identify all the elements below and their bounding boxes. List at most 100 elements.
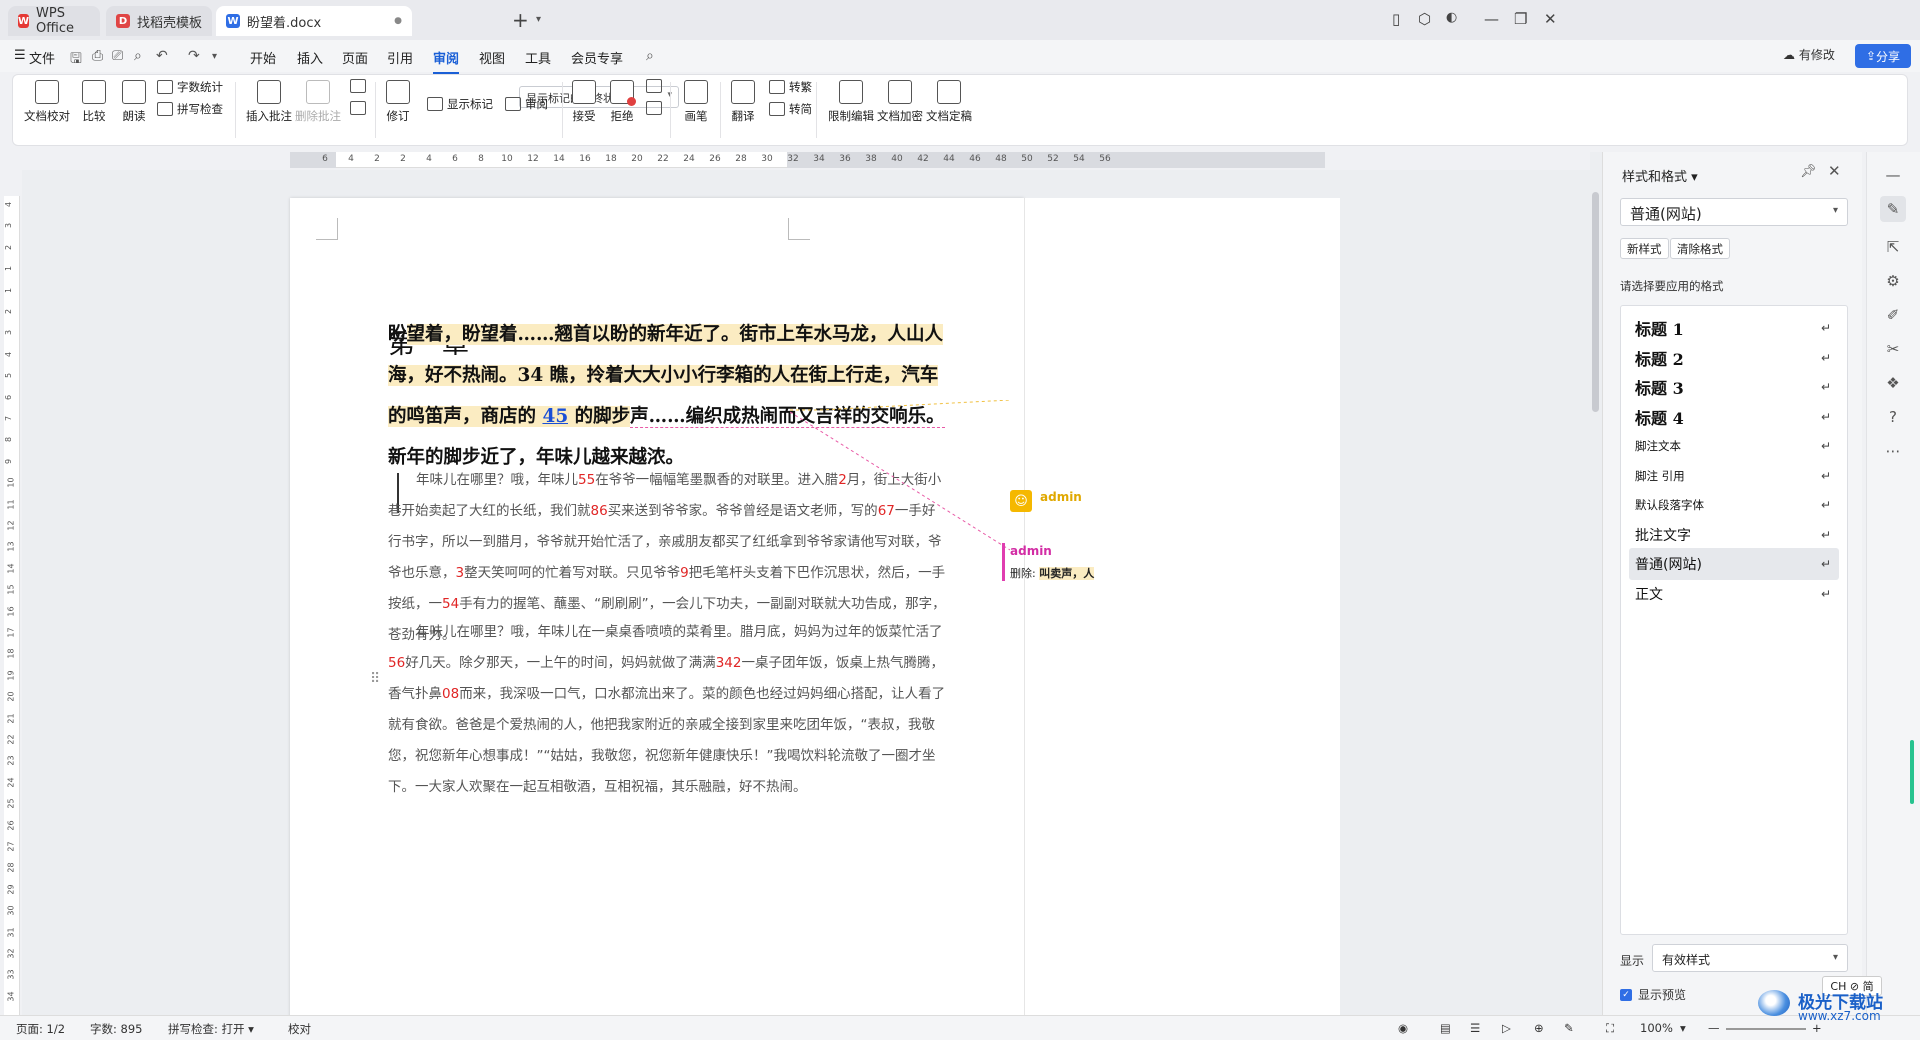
menu-file[interactable]: 文件 [29, 48, 55, 67]
menu-page[interactable]: 页面 [342, 48, 368, 67]
more-icon[interactable]: ⋯ [1880, 438, 1906, 464]
style-item[interactable]: 脚注 引用 ↵ [1629, 460, 1839, 492]
tab-wps-office[interactable]: W WPS Office [8, 6, 100, 36]
track-changes-button[interactable]: 修订 [386, 80, 410, 124]
chevron-down-icon[interactable]: ▾ [536, 14, 541, 25]
tab-docer[interactable]: D 找稻壳模板 [106, 6, 212, 36]
menu-member[interactable]: 会员专享 [571, 48, 623, 67]
adjust-sliders-icon[interactable]: ⚙ [1880, 268, 1906, 294]
eye-icon[interactable]: ◉ [1398, 1021, 1408, 1035]
encrypt-button[interactable]: 文档加密 [877, 80, 923, 124]
restore-icon[interactable]: ❐ [1514, 10, 1527, 28]
chevron-down-icon[interactable]: ▾ [1680, 1021, 1686, 1035]
hamburger-icon[interactable]: ☰ [14, 48, 26, 63]
close-window-icon[interactable]: ✕ [1544, 10, 1557, 28]
pen-status-icon[interactable]: ✎ [1564, 1021, 1574, 1035]
word-count-button[interactable]: 字数统计 [157, 79, 223, 95]
comment-author[interactable]: admin [1040, 490, 1082, 504]
compare-button[interactable]: 比较 [82, 80, 106, 124]
fit-page-icon[interactable]: ⛶ [1606, 1021, 1614, 1036]
modified-button[interactable]: ☁ 有修改 [1783, 46, 1835, 63]
to-simplified-button[interactable]: 转简 [769, 101, 812, 117]
print-preview-icon[interactable]: ⌕ [134, 48, 142, 64]
menu-review[interactable]: 审阅 [433, 48, 460, 74]
reject-button[interactable]: 拒绝 [610, 80, 636, 124]
zoom-level[interactable]: 100% [1640, 1021, 1673, 1035]
style-item[interactable]: 默认段落字体 ↵ [1629, 489, 1839, 521]
style-item[interactable]: 标题 1 ↵ [1629, 312, 1839, 344]
save-icon[interactable]: 🖫 [70, 48, 82, 72]
revision-text[interactable]: 删除: 叫卖声，人 [1010, 565, 1095, 581]
outline-view-icon[interactable]: ☰ [1470, 1021, 1480, 1035]
share-button[interactable]: ⇪ 分享 [1855, 44, 1911, 68]
restrict-edit-button[interactable]: 限制编辑 [828, 80, 874, 124]
new-style-button[interactable]: 新样式 [1620, 238, 1669, 259]
drag-handle-icon[interactable]: ⠿ [370, 671, 380, 687]
zoom-slider[interactable] [1726, 1028, 1806, 1030]
word-count[interactable]: 字数: 895 [90, 1021, 142, 1037]
style-item[interactable]: 正文 ↵ [1629, 578, 1839, 610]
tools-icon[interactable]: ✂ [1880, 336, 1906, 362]
menu-tools[interactable]: 工具 [525, 48, 551, 67]
edit-doc-icon[interactable]: ✐ [1880, 302, 1906, 328]
style-brush-icon[interactable]: ✎ [1880, 196, 1906, 222]
style-item[interactable]: 批注文字 ↵ [1629, 519, 1839, 551]
show-preview-checkbox[interactable]: ✓ 显示预览 [1620, 986, 1686, 1003]
play-icon[interactable]: ▷ [1502, 1021, 1511, 1035]
minimize-icon[interactable]: — [1484, 10, 1499, 28]
style-item[interactable]: 标题 2 ↵ [1629, 342, 1839, 374]
style-item[interactable]: 标题 3 ↵ [1629, 371, 1839, 403]
help-icon[interactable]: ? [1880, 404, 1906, 430]
to-traditional-button[interactable]: 转繁 [769, 79, 812, 95]
vertical-ruler[interactable]: 4 3 2 1 1 2 3 4 5 6 7 8 9 10 11 12 13 14 15 16 17 18 19 20 21 22 2… [4, 196, 20, 1016]
redo-icon[interactable]: ↷ [188, 48, 200, 64]
finalize-button[interactable]: 文档定稿 [926, 80, 972, 124]
next-comment-button[interactable] [350, 101, 370, 115]
new-tab-plus-icon[interactable]: + [512, 8, 529, 32]
horizontal-ruler[interactable]: 6 4 2 2 4 6 8 10 12 14 16 18 20 22 24 26 28 30 32 34 36 38 40 4… [290, 152, 1325, 168]
tab-close-icon[interactable]: ● [394, 16, 402, 26]
export-pdf-icon[interactable]: ⎙ [92, 48, 103, 64]
delete-comment-button[interactable]: 删除批注 [295, 80, 341, 124]
menu-insert[interactable]: 插入 [297, 48, 323, 67]
scrollbar-thumb[interactable] [1592, 192, 1599, 412]
zoom-out-icon[interactable]: — [1708, 1021, 1720, 1035]
style-item[interactable]: 普通(网站) ↵ [1629, 548, 1839, 580]
web-view-icon[interactable]: ⊕ [1534, 1021, 1544, 1035]
spell-check-button[interactable]: 拼写检查 [157, 101, 223, 117]
show-markup-button[interactable]: 显示标记 [427, 96, 493, 112]
insert-comment-button[interactable]: 插入批注 [246, 80, 292, 124]
layout-icon[interactable]: ▯ [1392, 10, 1400, 28]
user-avatar-icon[interactable]: ◐ [1446, 10, 1457, 25]
vertical-scrollbar[interactable] [1590, 152, 1602, 1015]
body-paragraph-2[interactable]: 年味儿在哪里？哦，年味儿在一桌桌香喷喷的菜肴里。腊月底，妈妈为过年的饭菜忙活了 5… [388, 617, 948, 803]
print-icon[interactable]: ⎚ [112, 48, 123, 64]
style-item[interactable]: 标题 4 ↵ [1629, 401, 1839, 433]
prev-change-button[interactable] [646, 79, 666, 93]
menu-start[interactable]: 开始 [250, 48, 276, 67]
translate-button[interactable]: 翻译 [731, 80, 755, 124]
pin-icon[interactable]: 📌︎ [1800, 164, 1817, 179]
cube-icon[interactable]: ⬡ [1418, 10, 1431, 28]
search-icon[interactable]: ⌕ [646, 48, 654, 64]
proof-status[interactable]: 校对 [288, 1021, 311, 1037]
zoom-in-icon[interactable]: + [1812, 1021, 1822, 1035]
read-aloud-button[interactable]: 朗读 [122, 80, 146, 124]
undo-icon[interactable]: ↶ [156, 48, 168, 64]
pen-button[interactable]: 画笔 [684, 80, 708, 124]
clear-format-button[interactable]: 清除格式 [1670, 238, 1730, 259]
close-icon[interactable]: ✕ [1828, 162, 1841, 180]
more-chevron-icon[interactable]: ▾ [212, 51, 217, 62]
current-style-select[interactable]: 普通(网站) ▾ [1620, 198, 1848, 226]
tab-document[interactable]: W 盼望着.docx ● [216, 6, 412, 36]
page-indicator[interactable]: 页面: 1/2 [16, 1021, 65, 1037]
styles-panel-title[interactable]: 样式和格式 ▾ [1622, 166, 1698, 185]
next-change-button[interactable] [646, 101, 666, 115]
shirt-icon[interactable]: ❖ [1880, 370, 1906, 396]
accept-button[interactable]: 接受 [572, 80, 596, 124]
minimize-panel-icon[interactable]: — [1880, 162, 1906, 188]
revision-author[interactable]: admin [1010, 544, 1052, 558]
proofread-button[interactable]: 文档校对 [24, 80, 70, 124]
spell-status[interactable]: 拼写检查: 打开 ▾ [168, 1021, 254, 1037]
page-view-icon[interactable]: ▤ [1440, 1021, 1451, 1035]
